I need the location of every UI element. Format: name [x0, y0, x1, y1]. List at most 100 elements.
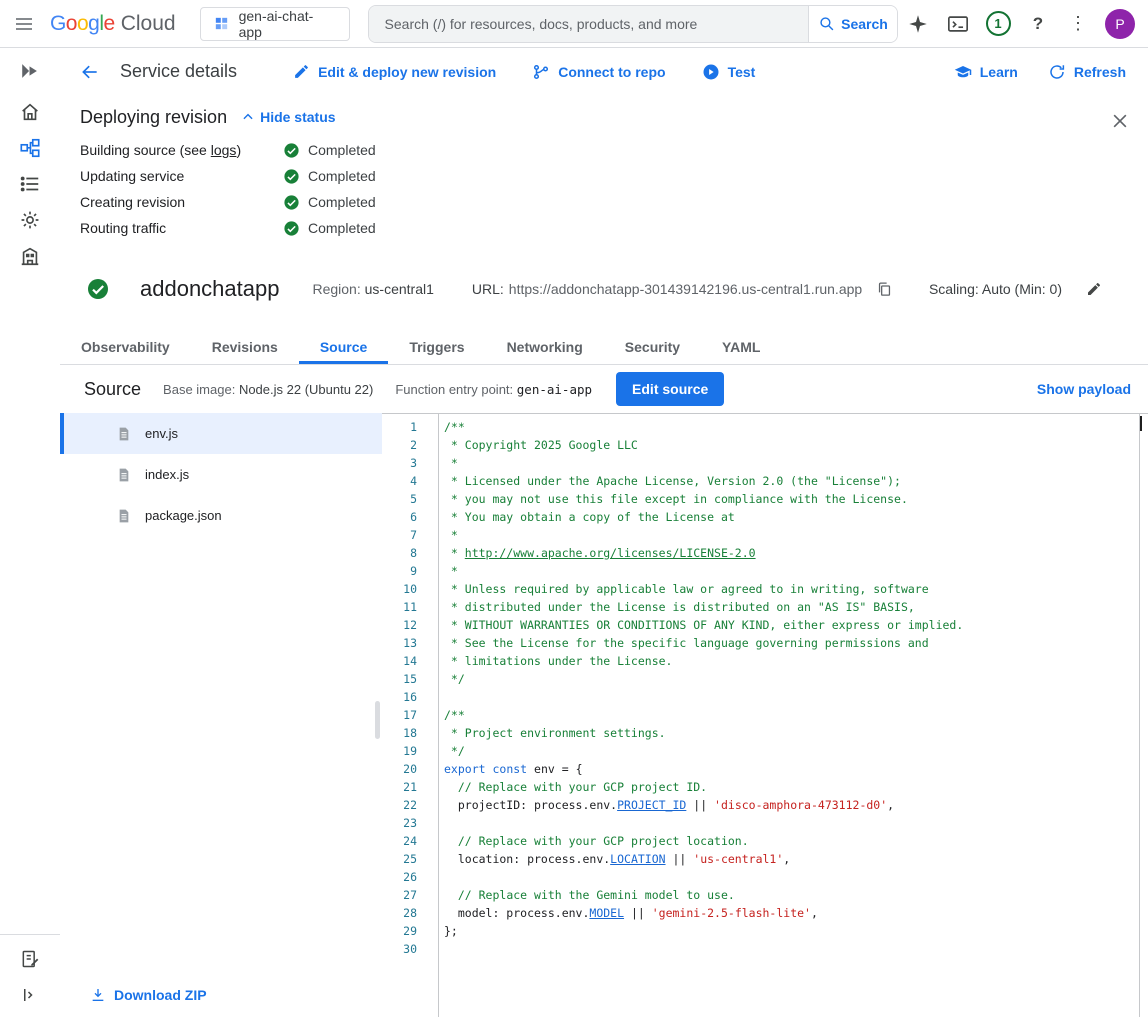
logs-link[interactable]: logs [211, 142, 237, 158]
file-icon [116, 508, 132, 524]
source-section-title: Source [84, 379, 141, 400]
service-header: addonchatapp Region: us-central1 URL: ht… [60, 265, 1148, 313]
google-cloud-logo[interactable]: Google Cloud [50, 12, 176, 36]
base-image-info: Base image: Node.js 22 (Ubuntu 22) [163, 382, 373, 397]
edit-source-button[interactable]: Edit source [616, 372, 724, 406]
search-bar: Search [368, 5, 898, 43]
file-item-package.json[interactable]: package.json [60, 495, 382, 536]
download-zip-button[interactable]: Download ZIP [90, 987, 207, 1003]
refresh-button[interactable]: Refresh [1048, 63, 1126, 81]
tab-observability[interactable]: Observability [60, 329, 191, 364]
cloud-run-icon [19, 60, 41, 82]
nav-item-home[interactable] [0, 94, 60, 130]
doc-edit-icon [20, 949, 40, 969]
help-icon: ? [1033, 14, 1043, 34]
nav-item-release-notes[interactable] [0, 941, 60, 977]
back-button[interactable] [78, 60, 102, 84]
copy-icon [876, 281, 893, 298]
search-input[interactable] [369, 6, 808, 42]
file-name: index.js [145, 467, 189, 482]
cloud-run-logo[interactable] [0, 48, 60, 94]
service-url-value: https://addonchatapp-301439142196.us-cen… [509, 281, 862, 297]
header-actions: Edit & deploy new revision Connect to re… [293, 63, 755, 81]
file-panel: env.js index.js package.json Download ZIP [60, 413, 382, 1017]
deploy-step-label: Building source (see logs) [80, 142, 283, 158]
refresh-icon [1048, 63, 1066, 81]
search-button[interactable]: Search [808, 6, 897, 42]
account-button[interactable]: P [1098, 4, 1138, 44]
gemini-button[interactable] [898, 4, 938, 44]
hamburger-menu-button[interactable] [0, 0, 48, 48]
expand-panel-icon [21, 986, 39, 1004]
code-lines[interactable]: /** * Copyright 2025 Google LLC * * Lice… [438, 414, 1140, 1017]
editor-scrollbar-thumb[interactable] [1140, 416, 1142, 431]
nav-rail-bottom [0, 934, 60, 1013]
show-payload-link[interactable]: Show payload [1037, 381, 1131, 397]
top-app-bar: Google Cloud gen-ai-chat-app Search 1 ? … [0, 0, 1148, 48]
tab-triggers[interactable]: Triggers [388, 329, 485, 364]
learn-label: Learn [980, 64, 1018, 80]
source-content: env.jsindex.jspackage.json Download ZIP … [60, 413, 1148, 1017]
header-right-actions: Learn Refresh [954, 63, 1126, 81]
service-region: Region: us-central1 [312, 281, 433, 297]
deploy-step-status: Completed [283, 194, 376, 211]
tab-source[interactable]: Source [299, 329, 388, 364]
back-arrow-icon [80, 62, 100, 82]
more-vert-icon: ⋮ [1069, 13, 1087, 34]
avatar: P [1105, 9, 1135, 39]
hide-status-toggle[interactable]: Hide status [241, 109, 335, 125]
gear-icon [19, 209, 41, 231]
check-circle-icon [283, 220, 300, 237]
edit-scaling-button[interactable] [1082, 277, 1106, 301]
deploy-step-status: Completed [283, 168, 376, 185]
gemini-sparkle-icon [908, 14, 928, 34]
file-icon [116, 426, 132, 442]
copy-url-button[interactable] [872, 277, 896, 301]
search-icon [818, 15, 835, 32]
check-circle-icon [283, 194, 300, 211]
check-circle-icon [283, 142, 300, 159]
nav-item-integrations[interactable] [0, 202, 60, 238]
page-title: Service details [120, 61, 237, 82]
source-toolbar: Source Base image: Node.js 22 (Ubuntu 22… [60, 365, 1148, 413]
connect-repo-label: Connect to repo [558, 64, 665, 80]
tab-bar: ObservabilityRevisionsSourceTriggersNetw… [60, 329, 1148, 365]
left-nav-rail [0, 48, 60, 1017]
nav-item-jobs[interactable] [0, 166, 60, 202]
code-editor[interactable]: 1234567891011121314151617181920212223242… [382, 413, 1148, 1017]
edit-pencil-icon [1086, 281, 1102, 297]
project-icon [213, 15, 230, 32]
help-button[interactable]: ? [1018, 4, 1058, 44]
test-button[interactable]: Test [702, 63, 756, 81]
tab-networking[interactable]: Networking [486, 329, 604, 364]
close-icon [1110, 111, 1130, 131]
entry-point-info: Function entry point: gen-ai-app [395, 382, 592, 397]
close-status-button[interactable] [1108, 109, 1132, 133]
file-item-index.js[interactable]: index.js [60, 454, 382, 495]
tab-revisions[interactable]: Revisions [191, 329, 299, 364]
edit-deploy-button[interactable]: Edit & deploy new revision [293, 63, 496, 80]
home-icon [19, 101, 41, 123]
free-trial-status-button[interactable]: 1 [978, 4, 1018, 44]
deploy-step-label: Routing traffic [80, 220, 283, 236]
tab-yaml[interactable]: YAML [701, 329, 781, 364]
service-status-check-icon [86, 277, 110, 301]
deploy-step-status: Completed [283, 220, 376, 237]
file-item-env.js[interactable]: env.js [60, 413, 382, 454]
connect-repo-button[interactable]: Connect to repo [532, 63, 665, 81]
project-name: gen-ai-chat-app [239, 8, 337, 40]
collapse-nav-button[interactable] [0, 977, 60, 1013]
deploy-step: Updating serviceCompleted [80, 163, 1148, 189]
more-options-button[interactable]: ⋮ [1058, 4, 1098, 44]
project-selector[interactable]: gen-ai-chat-app [200, 7, 350, 41]
tab-security[interactable]: Security [604, 329, 701, 364]
scaling-info: Scaling: Auto (Min: 0) [929, 281, 1062, 297]
file-name: env.js [145, 426, 178, 441]
learn-button[interactable]: Learn [954, 63, 1018, 81]
edit-deploy-label: Edit & deploy new revision [318, 64, 496, 80]
cloud-shell-button[interactable] [938, 4, 978, 44]
nav-item-organization[interactable] [0, 238, 60, 274]
file-panel-scrollbar[interactable] [375, 701, 380, 739]
google-logo-colored: Google [50, 12, 115, 36]
nav-item-services[interactable] [0, 130, 60, 166]
